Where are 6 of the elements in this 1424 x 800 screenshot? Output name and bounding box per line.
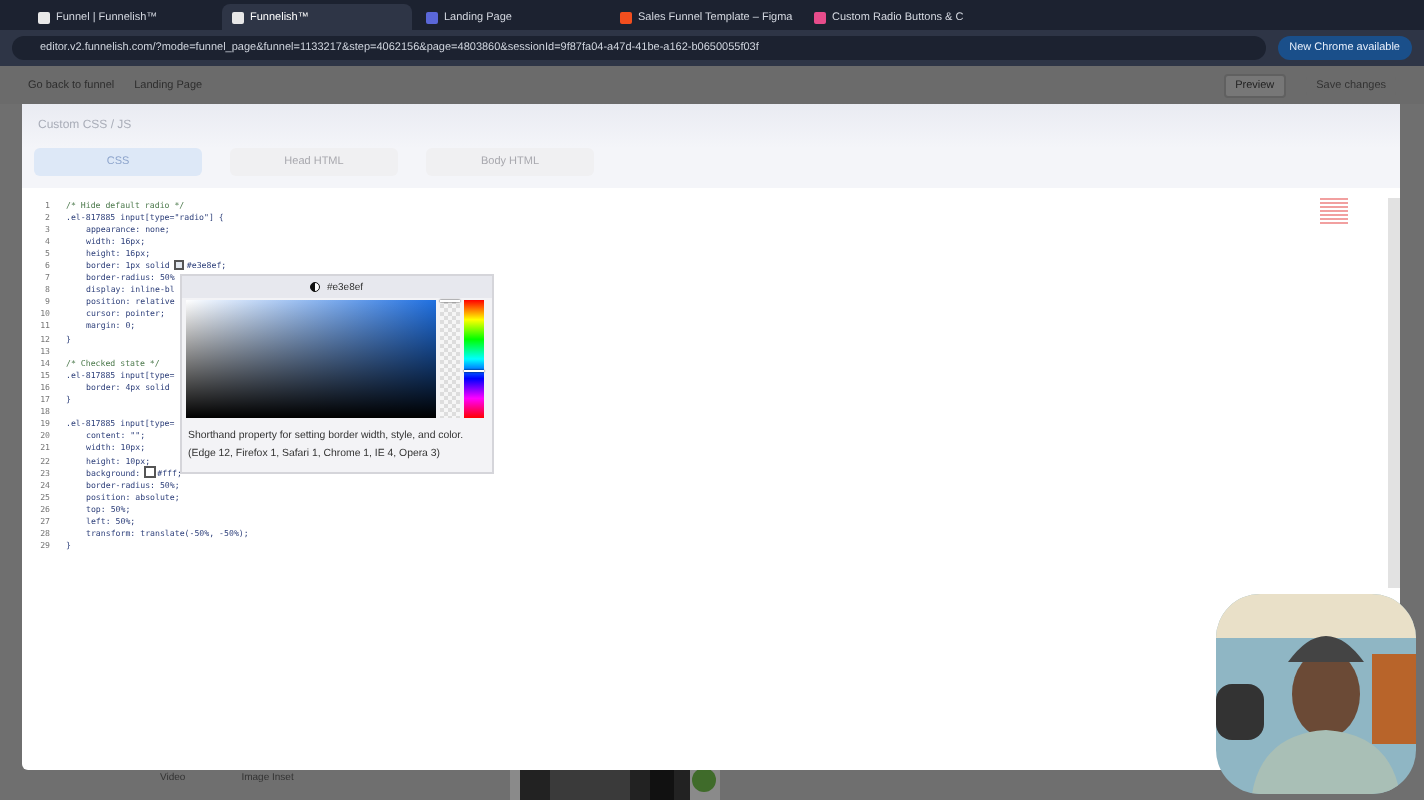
code-minimap xyxy=(1320,198,1348,226)
color-swatch xyxy=(173,259,185,271)
color-swatch xyxy=(144,466,156,478)
saturation-area[interactable] xyxy=(186,300,436,418)
scrollbar[interactable] xyxy=(1388,198,1400,588)
contrast-icon xyxy=(310,282,321,292)
